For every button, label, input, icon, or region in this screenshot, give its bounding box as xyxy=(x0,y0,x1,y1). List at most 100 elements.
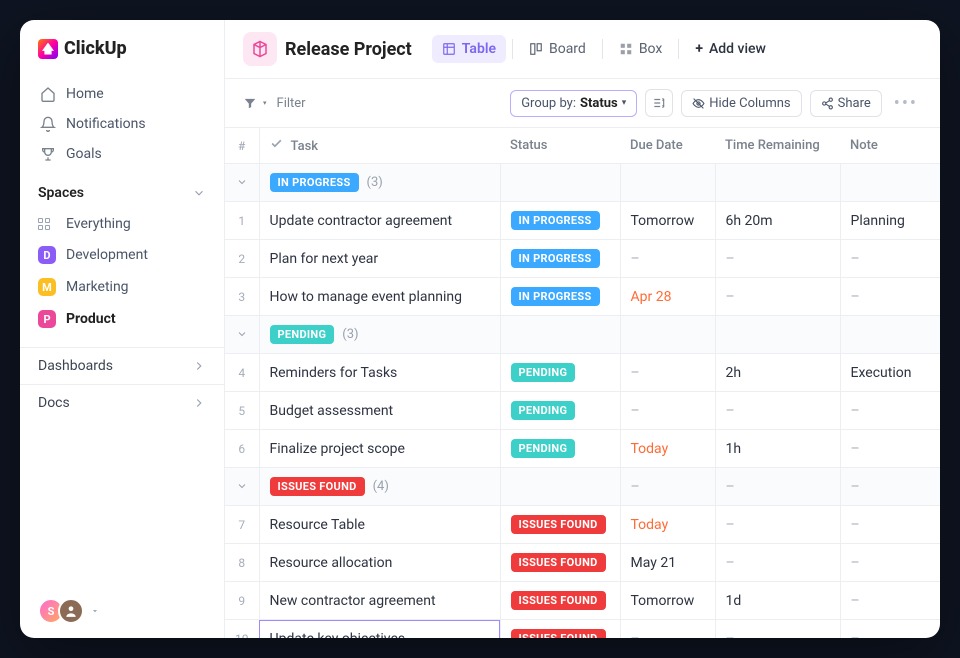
time-cell[interactable]: 6h 20m xyxy=(715,202,840,240)
view-tab-box[interactable]: Box xyxy=(609,35,673,63)
col-number[interactable]: # xyxy=(225,128,259,164)
status-cell[interactable]: PENDING xyxy=(500,392,620,430)
table-row[interactable]: 5Budget assessmentPENDING––– xyxy=(225,392,940,430)
table-row[interactable]: 3How to manage event planningIN PROGRESS… xyxy=(225,278,940,316)
table-row[interactable]: 9New contractor agreementISSUES FOUNDTom… xyxy=(225,582,940,620)
due-cell[interactable]: – xyxy=(620,392,715,430)
time-cell[interactable]: – xyxy=(715,392,840,430)
chevron-down-icon[interactable] xyxy=(90,606,100,616)
due-cell[interactable]: Apr 28 xyxy=(620,278,715,316)
task-cell[interactable]: New contractor agreement xyxy=(259,582,500,620)
due-cell[interactable]: May 21 xyxy=(620,544,715,582)
nav-notifications[interactable]: Notifications xyxy=(30,109,214,139)
status-cell[interactable]: ISSUES FOUND xyxy=(500,544,620,582)
task-cell[interactable]: Update contractor agreement xyxy=(259,202,500,240)
due-cell[interactable]: – xyxy=(620,354,715,392)
col-note[interactable]: Note xyxy=(840,128,940,164)
filter-button[interactable]: ▾ Filter xyxy=(243,96,306,111)
view-tab-board[interactable]: Board xyxy=(519,35,596,63)
avatar[interactable] xyxy=(58,598,84,624)
col-status[interactable]: Status xyxy=(500,128,620,164)
status-cell[interactable]: ISSUES FOUND xyxy=(500,582,620,620)
hide-columns-button[interactable]: Hide Columns xyxy=(681,90,801,117)
group-by-button[interactable]: Group by: Status ▾ xyxy=(510,90,637,117)
table-row[interactable]: 8Resource allocationISSUES FOUNDMay 21–– xyxy=(225,544,940,582)
task-cell[interactable]: Reminders for Tasks xyxy=(259,354,500,392)
note-cell[interactable]: – xyxy=(840,278,940,316)
time-cell[interactable]: 2h xyxy=(715,354,840,392)
task-cell[interactable]: How to manage event planning xyxy=(259,278,500,316)
task-cell[interactable]: Resource Table xyxy=(259,506,500,544)
status-cell[interactable]: IN PROGRESS xyxy=(500,202,620,240)
table-row[interactable]: 1Update contractor agreementIN PROGRESST… xyxy=(225,202,940,240)
sidebar-dashboards[interactable]: Dashboards xyxy=(20,347,224,384)
nav-goals[interactable]: Goals xyxy=(30,139,214,169)
time-cell[interactable]: – xyxy=(715,240,840,278)
due-cell[interactable]: Today xyxy=(620,430,715,468)
toolbar: ▾ Filter Group by: Status ▾ Hide Columns… xyxy=(225,79,940,128)
note-cell[interactable]: Planning xyxy=(840,202,940,240)
time-cell[interactable]: – xyxy=(715,506,840,544)
note-cell[interactable]: – xyxy=(840,544,940,582)
due-cell[interactable]: Tomorrow xyxy=(620,582,715,620)
chevron-down-icon[interactable] xyxy=(236,480,248,492)
due-cell[interactable]: – xyxy=(620,620,715,639)
note-cell[interactable]: Execution xyxy=(840,354,940,392)
add-view-button[interactable]: + Add view xyxy=(685,35,776,63)
note-cell[interactable]: – xyxy=(840,620,940,639)
due-cell[interactable]: Tomorrow xyxy=(620,202,715,240)
status-cell[interactable]: PENDING xyxy=(500,354,620,392)
main: Release Project Table Board Box xyxy=(225,20,940,638)
due-cell[interactable]: – xyxy=(620,240,715,278)
task-cell[interactable]: Finalize project scope xyxy=(259,430,500,468)
table-row[interactable]: 10Update key objectivesISSUES FOUND––– xyxy=(225,620,940,639)
status-cell[interactable]: ISSUES FOUND xyxy=(500,620,620,639)
note-cell[interactable]: – xyxy=(840,506,940,544)
table-row[interactable]: 7Resource TableISSUES FOUNDToday–– xyxy=(225,506,940,544)
sidebar-space-marketing[interactable]: M Marketing xyxy=(20,271,224,303)
note-cell[interactable]: – xyxy=(840,392,940,430)
spaces-header[interactable]: Spaces xyxy=(20,171,224,209)
col-task[interactable]: Task xyxy=(259,128,500,164)
task-cell[interactable]: Resource allocation xyxy=(259,544,500,582)
group-header-row[interactable]: ISSUES FOUND(4)––– xyxy=(225,468,940,506)
sidebar-docs[interactable]: Docs xyxy=(20,384,224,421)
due-cell[interactable]: Today xyxy=(620,506,715,544)
chevron-down-icon[interactable] xyxy=(236,328,248,340)
brand-logo[interactable]: ClickUp xyxy=(20,38,224,77)
time-cell[interactable]: – xyxy=(715,544,840,582)
status-cell[interactable]: IN PROGRESS xyxy=(500,240,620,278)
time-cell[interactable]: – xyxy=(715,620,840,639)
chevron-down-icon[interactable] xyxy=(236,176,248,188)
sidebar-space-product[interactable]: P Product xyxy=(20,303,224,335)
status-cell[interactable]: IN PROGRESS xyxy=(500,278,620,316)
sidebar-nav: Home Notifications Goals xyxy=(20,77,224,171)
share-button[interactable]: Share xyxy=(810,90,882,117)
time-cell[interactable]: – xyxy=(715,278,840,316)
note-cell[interactable]: – xyxy=(840,430,940,468)
table-row[interactable]: 4Reminders for TasksPENDING–2hExecution xyxy=(225,354,940,392)
table-row[interactable]: 2Plan for next yearIN PROGRESS––– xyxy=(225,240,940,278)
col-due[interactable]: Due Date xyxy=(620,128,715,164)
task-cell[interactable]: Update key objectives xyxy=(259,620,500,639)
row-height-button[interactable] xyxy=(645,89,673,117)
note-cell[interactable]: – xyxy=(840,582,940,620)
status-cell[interactable]: ISSUES FOUND xyxy=(500,506,620,544)
more-button[interactable]: ••• xyxy=(890,93,922,114)
col-time[interactable]: Time Remaining xyxy=(715,128,840,164)
nav-home[interactable]: Home xyxy=(30,79,214,109)
time-cell[interactable]: 1d xyxy=(715,582,840,620)
row-number: 3 xyxy=(225,278,259,316)
group-header-row[interactable]: PENDING(3) xyxy=(225,316,940,354)
task-cell[interactable]: Plan for next year xyxy=(259,240,500,278)
sidebar-everything[interactable]: Everything xyxy=(20,209,224,239)
status-badge: ISSUES FOUND xyxy=(270,477,365,496)
table-row[interactable]: 6Finalize project scopePENDINGToday1h– xyxy=(225,430,940,468)
note-cell[interactable]: – xyxy=(840,240,940,278)
sidebar-space-development[interactable]: D Development xyxy=(20,239,224,271)
task-cell[interactable]: Budget assessment xyxy=(259,392,500,430)
view-tab-table[interactable]: Table xyxy=(432,35,506,63)
status-cell[interactable]: PENDING xyxy=(500,430,620,468)
group-header-row[interactable]: IN PROGRESS(3) xyxy=(225,164,940,202)
time-cell[interactable]: 1h xyxy=(715,430,840,468)
